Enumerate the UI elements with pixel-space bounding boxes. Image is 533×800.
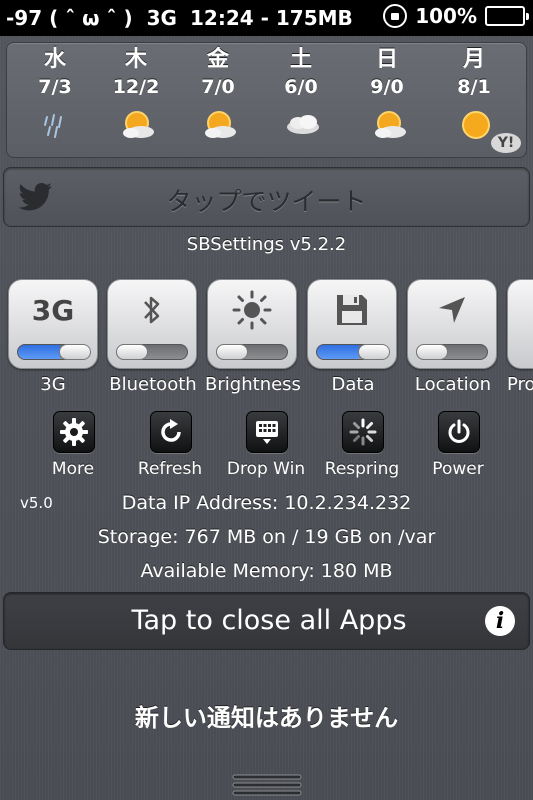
respring-button[interactable]	[342, 411, 384, 453]
refresh-icon	[161, 419, 181, 442]
toggle-knob	[116, 344, 148, 360]
toggle-knob	[59, 344, 91, 360]
signal-strength: -97 ( ˆ ω ˆ )	[6, 6, 133, 30]
toggle-label: Pro	[507, 374, 533, 395]
sun-icon	[462, 111, 490, 139]
toggle-pro[interactable]	[507, 279, 533, 369]
sbsettings-title: SBSettings v5.2.2	[186, 234, 347, 255]
toggle-location[interactable]	[407, 279, 497, 369]
gear-icon	[60, 418, 88, 446]
close-all-apps-label: Tap to close all Apps	[131, 605, 407, 636]
weather-day: 水 7/3	[38, 47, 72, 98]
more-button[interactable]	[53, 411, 95, 453]
yahoo-badge-icon[interactable]: Y!	[491, 133, 521, 153]
weather-day: 金 7/0	[201, 47, 235, 98]
info-icon[interactable]: i	[485, 606, 515, 636]
grabber-handle-icon[interactable]	[231, 772, 303, 800]
close-all-apps-button[interactable]: Tap to close all Apps i	[3, 592, 530, 650]
toggle-label: Location	[414, 374, 492, 395]
toggle-bluetooth[interactable]	[107, 279, 197, 369]
status-bar: -97 ( ˆ ω ˆ ) 3G 12:24 - 175MB 100%	[0, 0, 533, 36]
data-ip-address: Data IP Address: 10.2.234.232	[121, 492, 412, 514]
battery-icon	[485, 6, 529, 26]
toggle-knob	[216, 344, 248, 360]
drop-win-button[interactable]	[246, 411, 288, 453]
power-button[interactable]	[438, 411, 480, 453]
memory-info: Available Memory: 180 MB	[140, 560, 393, 582]
sun-cloud-icon	[375, 111, 406, 138]
toggle-knob	[358, 344, 390, 360]
action-label: Refresh	[137, 459, 203, 479]
weather-day: 月 8/1	[457, 47, 491, 98]
3g-glyph: 3G	[31, 293, 75, 327]
bluetooth-icon	[108, 290, 196, 330]
battery-percent: 100%	[415, 4, 477, 28]
keyboard-icon	[256, 421, 278, 444]
weather-day: 日 9/0	[370, 47, 404, 98]
rotation-lock-icon	[383, 4, 408, 28]
toggle-3g[interactable]: 3G	[8, 279, 98, 369]
clock-memory: 12:24 - 175MB	[190, 6, 353, 30]
toggle-brightness[interactable]	[207, 279, 297, 369]
location-arrow-icon	[408, 290, 496, 330]
action-label: More	[51, 459, 95, 479]
power-icon	[448, 419, 470, 443]
storage-info: Storage: 767 MB on / 19 GB on /var	[97, 526, 436, 548]
action-label: Power	[432, 459, 484, 479]
cloud-icon	[287, 115, 319, 134]
sun-cloud-icon	[205, 111, 236, 138]
weather-day: 土 6/0	[284, 47, 318, 98]
action-label: Respring	[324, 459, 400, 479]
sun-brightness-icon	[208, 290, 296, 330]
spinner-icon	[349, 418, 377, 446]
toggle-data[interactable]	[307, 279, 397, 369]
sun-cloud-icon	[123, 111, 154, 138]
network-type: 3G	[146, 6, 177, 30]
tweet-label: タップでツイート	[166, 187, 367, 216]
refresh-button[interactable]	[150, 411, 192, 453]
no-notifications-text: 新しい通知はありません	[134, 704, 399, 732]
tweet-button[interactable]: タップでツイート	[3, 167, 530, 227]
floppy-disk-icon	[308, 290, 396, 330]
toggle-knob	[416, 344, 448, 360]
weather-widget[interactable]: 水 7/3 木 12/2 金 7/0 土 6/0 日 9/0 月 8/1 Y!	[6, 42, 527, 158]
rain-icon	[44, 114, 62, 138]
action-label: Drop Win	[226, 459, 306, 479]
weather-day: 木 12/2	[112, 47, 160, 98]
